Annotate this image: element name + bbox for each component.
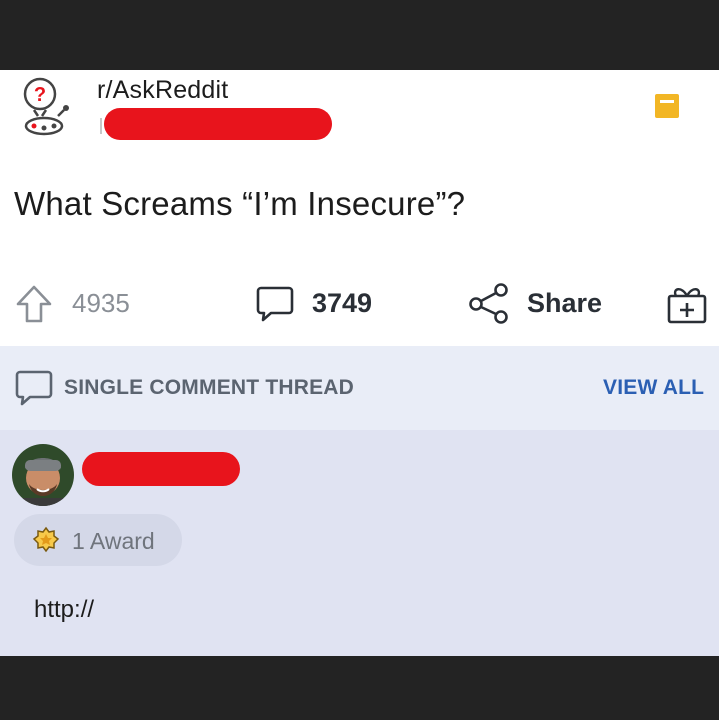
comment-bubble-icon: [14, 368, 54, 408]
single-comment-thread-bar: SINGLE COMMENT THREAD VIEW ALL: [0, 346, 719, 430]
comment-body-link[interactable]: http://: [34, 596, 94, 624]
award-chip[interactable]: 1 Award: [14, 514, 182, 566]
comment-bubble-icon[interactable]: [255, 284, 295, 324]
comment-count[interactable]: 3749: [312, 288, 372, 319]
redacted-commenter: [82, 452, 240, 486]
thread-label: SINGLE COMMENT THREAD: [64, 376, 355, 399]
redacted-author: [104, 108, 332, 140]
gift-award-icon[interactable]: [666, 284, 708, 324]
bottom-black-bar: [0, 656, 719, 720]
upvote-arrow-icon[interactable]: [14, 284, 54, 324]
share-button[interactable]: Share: [527, 288, 602, 319]
avatar[interactable]: [12, 444, 74, 506]
author-prefix: [100, 118, 102, 134]
share-icon[interactable]: [467, 282, 511, 324]
subreddit-name[interactable]: r/AskReddit: [97, 76, 228, 105]
post-title[interactable]: What Screams “I’m Insecure”?: [14, 185, 465, 223]
top-black-bar: [0, 0, 719, 70]
svg-text:?: ?: [34, 84, 46, 106]
view-all-link[interactable]: VIEW ALL: [603, 376, 704, 400]
upvote-count: 4935: [72, 288, 130, 318]
save-icon[interactable]: [654, 93, 680, 119]
award-badge-icon: [32, 526, 60, 554]
comment-card: 1 Award http://: [0, 430, 719, 656]
post-card: ? r/AskReddit What Screams “I’m Insecure…: [0, 70, 719, 346]
askreddit-snoo-icon[interactable]: ?: [20, 76, 76, 140]
post-actions: 4935 3749 Share: [0, 280, 719, 330]
award-label: 1 Award: [72, 528, 155, 554]
